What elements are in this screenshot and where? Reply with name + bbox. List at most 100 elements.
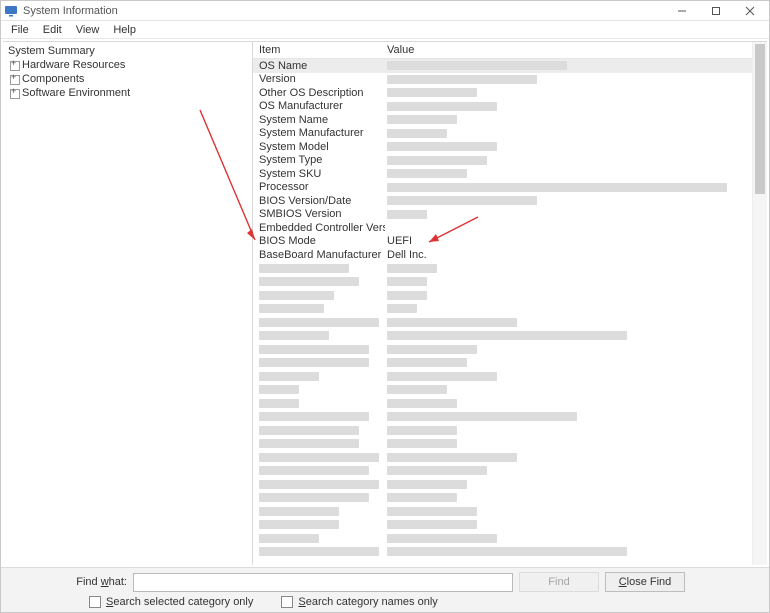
cell-item: Processor	[253, 181, 385, 193]
menu-edit[interactable]: Edit	[37, 23, 68, 37]
scrollbar-thumb[interactable]	[755, 44, 765, 194]
find-input[interactable]	[133, 573, 513, 592]
cell-value	[385, 61, 752, 70]
cell-item: System Model	[253, 141, 385, 153]
search-category-names-only-checkbox[interactable]: Search category names only	[281, 596, 437, 608]
close-find-button[interactable]: Close Find	[605, 572, 685, 592]
table-row[interactable]: OS Manufacturer	[253, 100, 752, 114]
close-button[interactable]	[733, 1, 767, 21]
search-selected-only-checkbox[interactable]: Search selected category only	[89, 596, 253, 608]
cell-item	[253, 372, 385, 381]
tree-item-components[interactable]: Components	[6, 72, 249, 86]
cell-item	[253, 520, 385, 529]
table-row[interactable]: Embedded Controller Version	[253, 221, 752, 235]
table-row[interactable]: Other OS Description	[253, 86, 752, 100]
header-value[interactable]: Value	[385, 44, 752, 56]
table-row[interactable]: Processor	[253, 181, 752, 195]
table-row[interactable]	[253, 343, 752, 357]
cell-value	[385, 412, 752, 421]
table-row[interactable]: Version	[253, 73, 752, 87]
minimize-button[interactable]	[665, 1, 699, 21]
vertical-scrollbar[interactable]	[752, 42, 767, 565]
cell-value	[385, 547, 752, 556]
menu-help[interactable]: Help	[107, 23, 142, 37]
table-row[interactable]	[253, 383, 752, 397]
tree-root[interactable]: System Summary	[6, 44, 249, 58]
table-row[interactable]: System Manufacturer	[253, 127, 752, 141]
table-row[interactable]	[253, 370, 752, 384]
cell-value	[385, 426, 752, 435]
table-row[interactable]	[253, 424, 752, 438]
cell-item	[253, 264, 385, 273]
table-row[interactable]	[253, 491, 752, 505]
table-row[interactable]	[253, 532, 752, 546]
column-headers[interactable]: Item Value	[253, 42, 752, 59]
table-row[interactable]: OS Name	[253, 59, 752, 73]
cell-item	[253, 331, 385, 340]
cell-item: SMBIOS Version	[253, 208, 385, 220]
find-bar: Find what: Find Close Find Search select…	[1, 567, 769, 612]
cell-value	[385, 115, 752, 124]
table-row[interactable]	[253, 316, 752, 330]
cell-item: System Manufacturer	[253, 127, 385, 139]
table-row[interactable]	[253, 464, 752, 478]
cell-item: Version	[253, 73, 385, 85]
cell-item	[253, 439, 385, 448]
tree-item-hardware[interactable]: Hardware Resources	[6, 58, 249, 72]
cell-value	[385, 102, 752, 111]
table-row[interactable]: System Model	[253, 140, 752, 154]
details-list[interactable]: Item Value OS NameVersionOther OS Descri…	[253, 42, 752, 565]
cell-value	[385, 520, 752, 529]
cell-value	[385, 196, 752, 205]
find-button[interactable]: Find	[519, 572, 599, 592]
table-row[interactable]: BIOS ModeUEFI	[253, 235, 752, 249]
table-row[interactable]: SMBIOS Version	[253, 208, 752, 222]
table-row[interactable]	[253, 545, 752, 559]
menu-view[interactable]: View	[70, 23, 106, 37]
find-label: Find what:	[11, 576, 127, 588]
table-row[interactable]	[253, 289, 752, 303]
cell-value	[385, 291, 752, 300]
table-row[interactable]: System SKU	[253, 167, 752, 181]
table-row[interactable]: BaseBoard ManufacturerDell Inc.	[253, 248, 752, 262]
cell-item: System SKU	[253, 168, 385, 180]
cell-item	[253, 291, 385, 300]
cell-item	[253, 399, 385, 408]
cell-item: OS Manufacturer	[253, 100, 385, 112]
cell-value	[385, 304, 752, 313]
tree-item-software-env[interactable]: Software Environment	[6, 86, 249, 100]
cell-item	[253, 453, 385, 462]
table-row[interactable]: System Name	[253, 113, 752, 127]
cell-value	[385, 439, 752, 448]
table-row[interactable]	[253, 329, 752, 343]
table-row[interactable]	[253, 356, 752, 370]
cell-item: System Name	[253, 114, 385, 126]
table-row[interactable]	[253, 397, 752, 411]
cell-item	[253, 345, 385, 354]
cell-item	[253, 480, 385, 489]
table-row[interactable]	[253, 451, 752, 465]
table-row[interactable]	[253, 302, 752, 316]
cell-value	[385, 358, 752, 367]
maximize-button[interactable]	[699, 1, 733, 21]
cell-item: Embedded Controller Version	[253, 222, 385, 234]
menu-bar: File Edit View Help	[1, 21, 769, 39]
cell-item	[253, 547, 385, 556]
table-row[interactable]	[253, 478, 752, 492]
table-row[interactable]	[253, 410, 752, 424]
table-row[interactable]: System Type	[253, 154, 752, 168]
cell-item	[253, 466, 385, 475]
table-row[interactable]	[253, 437, 752, 451]
table-row[interactable]	[253, 505, 752, 519]
title-bar[interactable]: System Information	[1, 1, 769, 21]
table-row[interactable]	[253, 262, 752, 276]
table-row[interactable]	[253, 275, 752, 289]
table-row[interactable]: BIOS Version/Date	[253, 194, 752, 208]
cell-item: BIOS Mode	[253, 235, 385, 247]
cell-item: BIOS Version/Date	[253, 195, 385, 207]
header-item[interactable]: Item	[253, 44, 385, 56]
cell-value	[385, 480, 752, 489]
cell-value	[385, 156, 752, 165]
table-row[interactable]	[253, 518, 752, 532]
menu-file[interactable]: File	[5, 23, 35, 37]
